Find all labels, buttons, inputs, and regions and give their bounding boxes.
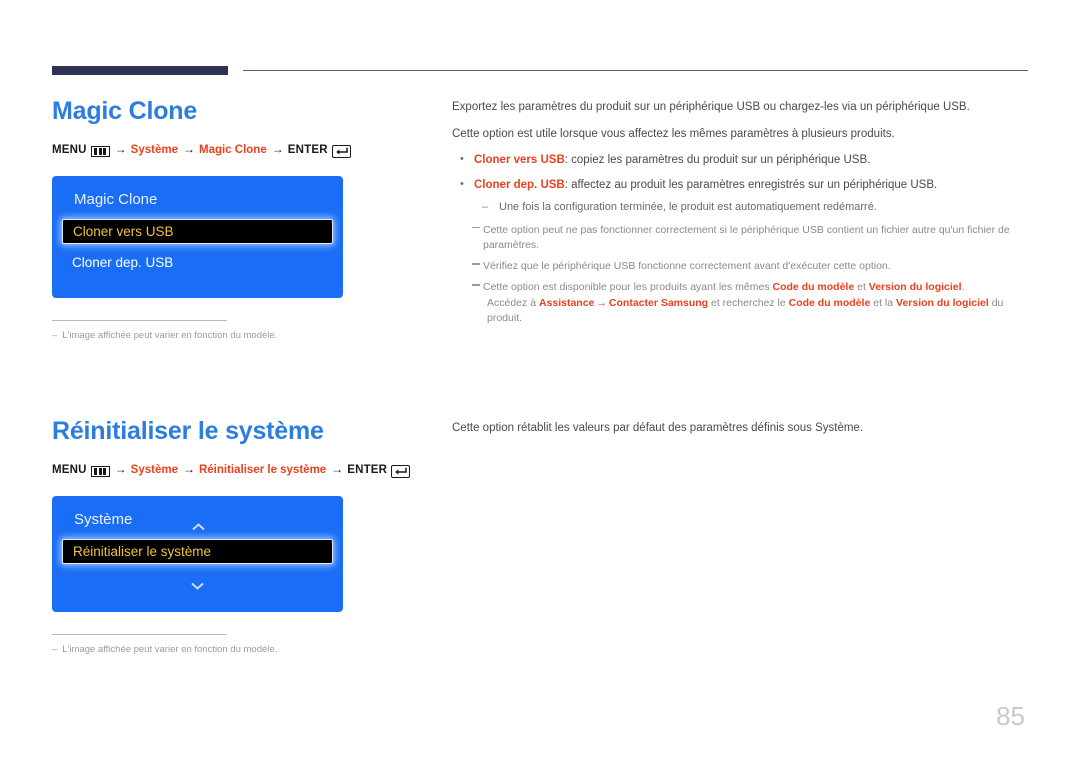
note-text: Vérifiez que le périphérique USB fonctio…	[483, 260, 891, 273]
note-text: Cette option peut ne pas fonctionner cor…	[483, 223, 1010, 251]
page-title: Magic Clone	[52, 97, 198, 125]
breadcrumb-arrow: →	[182, 462, 195, 476]
bullet-text: Cloner vers USB: copiez les paramètres d…	[474, 152, 870, 169]
tv-menu-item-selected[interactable]: Réinitialiser le système	[62, 538, 333, 564]
bullet-text: Cloner dep. USB: affectez au produit les…	[474, 177, 937, 194]
footnote: ‒ L'image affichée peut varier en foncti…	[52, 330, 432, 342]
body-paragraph: Exportez les paramètres du produit sur u…	[452, 101, 970, 113]
header-rule-bar	[52, 66, 228, 75]
breadcrumb-menu-label: MENU	[52, 464, 87, 477]
bullet-rest: : affectez au produit les paramètres enr…	[564, 179, 938, 192]
breadcrumb-path-reinitialiser: Réinitialiser le système	[198, 464, 327, 477]
footnote-text: L'image affichée peut varier en fonction…	[62, 329, 278, 341]
note-pre: Cette option est disponible pour les pro…	[483, 281, 773, 294]
breadcrumb-arrow: →	[114, 142, 127, 156]
breadcrumb-arrow: →	[182, 142, 195, 156]
breadcrumb-enter-label: ENTER	[287, 144, 328, 157]
sub-item-text: Une fois la configuration terminée, le p…	[499, 200, 877, 213]
note-mid: et	[854, 281, 869, 294]
bullet-rest: : copiez les paramètres du produit sur u…	[564, 154, 871, 167]
note-mid: et la	[870, 296, 897, 309]
tv-menu-title-text: Magic Clone	[74, 190, 158, 208]
footnote-rule	[52, 633, 227, 635]
tv-menu-magic-clone: Magic Clone Cloner vers USB Cloner dep. …	[52, 175, 343, 298]
note-item-rich: Cette option est disponible pour les pro…	[472, 280, 1032, 326]
tv-menu-item[interactable]: Cloner dep. USB	[62, 250, 333, 275]
page-number: 85	[996, 701, 1025, 731]
note-strong-contacter-samsung: Contacter Samsung	[608, 296, 709, 309]
footnote-dash: ‒	[52, 643, 58, 655]
footnote-dash: ‒	[52, 329, 58, 341]
bullet-marker: •	[460, 153, 464, 166]
tv-menu-title-text: Système	[74, 510, 133, 528]
note-strong-code-modele: Code du modèle	[788, 296, 871, 309]
breadcrumb-path-magic-clone: Magic Clone	[198, 144, 267, 157]
breadcrumb-arrow: →	[331, 462, 344, 476]
note-arrow: →	[596, 296, 607, 309]
tv-menu-item-label: Cloner vers USB	[73, 223, 174, 239]
note-text: Cette option est disponible pour les pro…	[483, 280, 1032, 326]
breadcrumb-arrow: →	[114, 462, 127, 476]
breadcrumb-path-systeme: Système	[130, 144, 178, 157]
page-title: Réinitialiser le système	[52, 417, 324, 445]
bullet-strong: Cloner dep. USB	[474, 179, 565, 192]
footnote: ‒ L'image affichée peut varier en foncti…	[52, 644, 432, 656]
breadcrumb-path-systeme: Système	[130, 464, 178, 477]
bullet-item: • Cloner vers USB: copiez les paramètres…	[452, 152, 1032, 169]
note-strong-assistance: Assistance	[538, 296, 595, 309]
note-dash-marker	[472, 223, 483, 253]
note-strong-version-logiciel: Version du logiciel	[896, 296, 989, 309]
note-line-1: Cette option est disponible pour les pro…	[483, 281, 964, 293]
note-dash-marker	[472, 280, 483, 326]
bullet-item: • Cloner dep. USB: affectez au produit l…	[452, 177, 1032, 194]
enter-return-icon	[391, 464, 411, 478]
footnote-text: L'image affichée peut varier en fonction…	[62, 643, 278, 655]
note-item: Vérifiez que le périphérique USB fonctio…	[472, 259, 1032, 274]
body-paragraph: Cette option est utile lorsque vous affe…	[452, 127, 895, 140]
section2-left-column: Réinitialiser le système MENU → Système …	[52, 417, 432, 657]
tv-menu-title: Système	[52, 510, 343, 530]
breadcrumb-menu-label: MENU	[52, 144, 87, 157]
footnote-block: ‒ L'image affichée peut varier en foncti…	[52, 319, 432, 343]
note-line-2: Accédez à Assistance → Contacter Samsung e…	[483, 296, 1032, 326]
tv-menu-item-label: Réinitialiser le système	[73, 543, 212, 559]
note-strong-version-logiciel: Version du logiciel	[868, 281, 962, 294]
header-rule-line	[243, 70, 1028, 71]
note-mid: et recherchez le	[708, 296, 789, 309]
tv-menu-systeme: Système Réinitialiser le système	[52, 495, 343, 612]
chevron-up-icon[interactable]	[192, 518, 205, 530]
body-paragraph: Cette option rétablit les valeurs par dé…	[452, 422, 864, 434]
section1-left-column: Magic Clone MENU → Système → Magic Clone…	[52, 97, 432, 343]
note-pre: Accédez à	[487, 296, 539, 309]
tv-menu-item-label: Cloner dep. USB	[72, 254, 174, 270]
sub-item-dash: –	[482, 200, 489, 213]
menu-grid-icon	[90, 465, 110, 477]
enter-return-icon	[331, 144, 351, 158]
bullet-strong: Cloner vers USB	[474, 154, 565, 167]
breadcrumb-arrow: →	[271, 142, 284, 156]
breadcrumb-enter-label: ENTER	[347, 464, 388, 477]
bullet-marker: •	[460, 178, 464, 191]
note-end: .	[961, 281, 965, 294]
footnote-rule	[52, 319, 227, 321]
note-item: Cette option peut ne pas fonctionner cor…	[472, 223, 1032, 253]
sub-item: – Une fois la configuration terminée, le…	[482, 200, 1032, 216]
breadcrumb: MENU → Système → Magic Clone → ENTER	[52, 142, 432, 158]
chevron-down-icon[interactable]	[191, 577, 204, 590]
tv-menu-title: Magic Clone	[52, 191, 343, 208]
section2-right-column: Cette option rétablit les valeurs par dé…	[452, 420, 1032, 447]
menu-grid-icon	[90, 145, 110, 157]
section1-right-column: Exportez les paramètres du produit sur u…	[452, 99, 1032, 332]
document-page: Magic Clone MENU → Système → Magic Clone…	[0, 0, 1080, 763]
note-strong-code-modele: Code du modèle	[772, 281, 855, 294]
tv-menu-item-selected[interactable]: Cloner vers USB	[62, 218, 333, 244]
breadcrumb: MENU → Système → Réinitialiser le systèm…	[52, 462, 432, 478]
note-dash-marker	[472, 259, 483, 274]
footnote-block: ‒ L'image affichée peut varier en foncti…	[52, 633, 432, 657]
